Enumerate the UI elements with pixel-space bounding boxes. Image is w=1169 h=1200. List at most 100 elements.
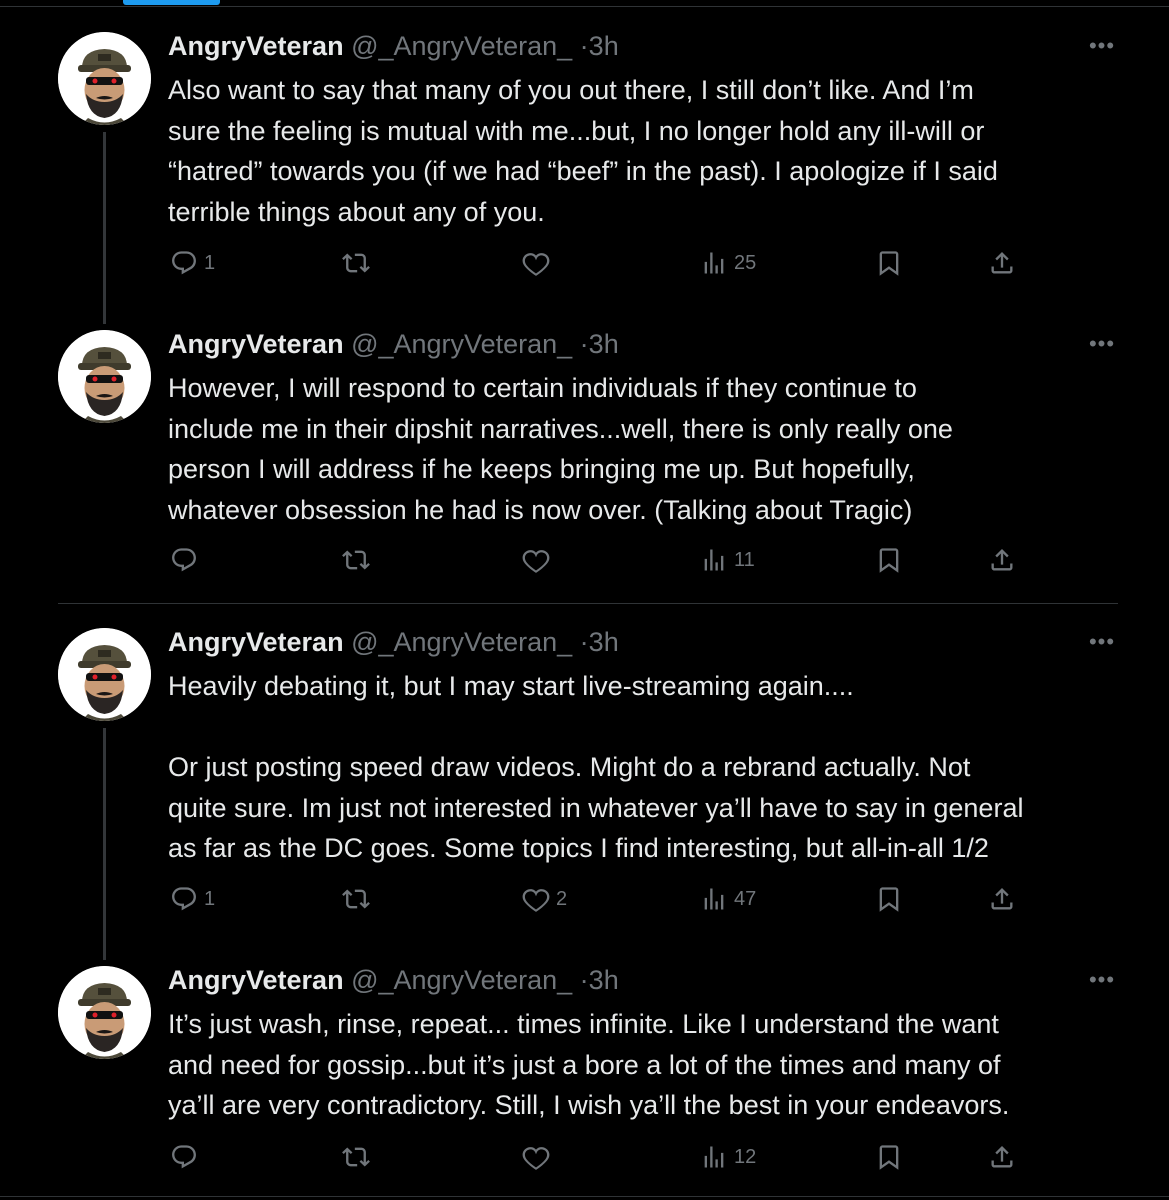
retweet-button[interactable] (342, 543, 376, 577)
reply-button[interactable]: 1 (170, 246, 215, 280)
views-button[interactable]: 12 (700, 1140, 756, 1174)
more-icon[interactable]: ••• (1086, 631, 1118, 660)
avatar-image (58, 330, 151, 423)
reply-icon (172, 887, 196, 911)
view-count: 25 (734, 251, 757, 274)
views-icon (704, 888, 724, 910)
views-button[interactable]: 47 (700, 882, 756, 916)
active-tab-indicator (123, 0, 220, 5)
like-button[interactable]: 2 (522, 882, 567, 916)
dot-separator: · (579, 965, 589, 995)
user-handle[interactable]: @_AngryVeteran_ (351, 31, 572, 61)
views-button[interactable]: 11 (700, 543, 755, 577)
bookmark-button[interactable] (875, 882, 903, 916)
like-count: 2 (556, 887, 568, 910)
like-icon (522, 550, 550, 573)
reply-button[interactable] (170, 543, 204, 577)
reply-count: 1 (204, 887, 216, 910)
bookmark-button[interactable] (875, 246, 903, 280)
retweet-button[interactable] (342, 246, 376, 280)
bookmark-icon (879, 251, 899, 276)
retweet-icon (342, 253, 370, 273)
timestamp[interactable]: 3h (589, 31, 619, 61)
like-button[interactable] (522, 246, 556, 280)
reply-icon (172, 251, 196, 275)
retweet-button[interactable] (342, 1140, 376, 1174)
avatar[interactable] (58, 966, 151, 1059)
like-icon (522, 253, 550, 276)
share-button[interactable] (988, 246, 1016, 280)
views-button[interactable]: 25 (700, 246, 756, 280)
top-divider (0, 6, 1169, 7)
tweet-text: It’s just wash, rinse, repeat... times i… (168, 1009, 1010, 1120)
display-name[interactable]: AngryVeteran (168, 965, 344, 995)
reply-icon (172, 548, 196, 572)
avatar-image (58, 628, 151, 721)
more-icon[interactable]: ••• (1086, 333, 1118, 362)
thread-connector (103, 728, 106, 960)
tweet-header: AngryVeteran @_AngryVeteran_ ·3h (168, 626, 619, 658)
view-count: 11 (734, 548, 755, 571)
share-icon (991, 252, 1013, 274)
tweet-text: Also want to say that many of you out th… (168, 75, 998, 227)
bottom-divider (0, 1196, 1169, 1197)
timestamp[interactable]: 3h (589, 965, 619, 995)
like-icon (522, 889, 550, 912)
tweet-actions: 1 25 (0, 246, 1169, 280)
view-count: 47 (734, 887, 757, 910)
more-icon[interactable]: ••• (1086, 35, 1118, 64)
user-handle[interactable]: @_AngryVeteran_ (351, 329, 572, 359)
views-icon (704, 549, 724, 571)
avatar-image (58, 966, 151, 1059)
bookmark-icon (879, 1145, 899, 1170)
tweet-divider (58, 603, 1118, 604)
tweet-header: AngryVeteran @_AngryVeteran_ ·3h (168, 964, 619, 996)
display-name[interactable]: AngryVeteran (168, 329, 344, 359)
tweet-actions: 11 (0, 543, 1169, 577)
tweet-actions: 1 2 47 (0, 882, 1169, 916)
like-button[interactable] (522, 543, 556, 577)
share-icon (991, 1146, 1013, 1168)
dot-separator: · (579, 329, 589, 359)
retweet-icon (342, 889, 370, 909)
dot-separator: · (579, 31, 589, 61)
thread-connector (103, 132, 106, 324)
like-icon (522, 1147, 550, 1170)
retweet-icon (342, 1147, 370, 1167)
bookmark-icon (879, 548, 899, 573)
display-name[interactable]: AngryVeteran (168, 627, 344, 657)
tweet-header: AngryVeteran @_AngryVeteran_ ·3h (168, 30, 619, 62)
like-button[interactable] (522, 1140, 556, 1174)
share-icon (991, 888, 1013, 910)
bookmark-button[interactable] (875, 543, 903, 577)
timestamp[interactable]: 3h (589, 329, 619, 359)
avatar[interactable] (58, 628, 151, 721)
reply-icon (172, 1145, 196, 1169)
display-name[interactable]: AngryVeteran (168, 31, 344, 61)
views-icon (704, 1146, 724, 1168)
bookmark-icon (879, 887, 899, 912)
avatar[interactable] (58, 32, 151, 125)
reply-button[interactable]: 1 (170, 882, 215, 916)
user-handle[interactable]: @_AngryVeteran_ (351, 627, 572, 657)
timestamp[interactable]: 3h (589, 627, 619, 657)
tweet-text: However, I will respond to certain indiv… (168, 373, 953, 525)
tweet-header: AngryVeteran @_AngryVeteran_ ·3h (168, 328, 619, 360)
user-handle[interactable]: @_AngryVeteran_ (351, 965, 572, 995)
views-icon (704, 252, 724, 274)
retweet-icon (342, 550, 370, 570)
view-count: 12 (734, 1145, 757, 1168)
share-icon (991, 549, 1013, 571)
avatar[interactable] (58, 330, 151, 423)
share-button[interactable] (988, 882, 1016, 916)
tweet-text: Heavily debating it, but I may start liv… (168, 671, 1024, 863)
dot-separator: · (579, 627, 589, 657)
more-icon[interactable]: ••• (1086, 969, 1118, 998)
avatar-image (58, 32, 151, 125)
bookmark-button[interactable] (875, 1140, 903, 1174)
tweet-actions: 12 (0, 1140, 1169, 1174)
share-button[interactable] (988, 543, 1016, 577)
share-button[interactable] (988, 1140, 1016, 1174)
retweet-button[interactable] (342, 882, 376, 916)
reply-button[interactable] (170, 1140, 204, 1174)
